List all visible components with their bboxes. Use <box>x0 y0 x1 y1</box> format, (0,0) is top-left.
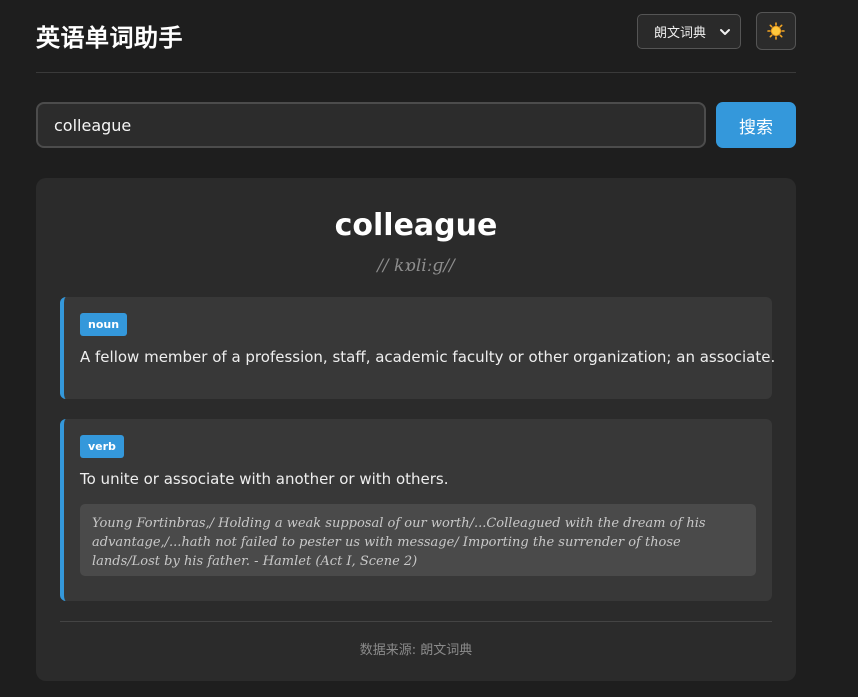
result-card: colleague // kɒliːɡ// noun A fellow memb… <box>36 178 796 681</box>
source-label: 数据来源: <box>359 643 417 658</box>
chevron-down-icon <box>720 29 730 35</box>
dictionary-select[interactable]: 朗文词典 <box>637 14 741 49</box>
search-button[interactable]: 搜索 <box>716 102 796 148</box>
pos-badge: noun <box>80 313 128 336</box>
definition-text: A fellow member of a profession, staff, … <box>80 348 776 366</box>
source-value: 朗文词典 <box>420 643 473 658</box>
meaning-card: noun A fellow member of a profession, st… <box>60 297 776 399</box>
sun-icon <box>767 22 785 40</box>
header: 英语单词助手 朗文词典 <box>36 0 796 73</box>
meaning-card: verb To unite or associate with another … <box>60 419 772 601</box>
example-quote: Young Fortinbras,/ Holding a weak suppos… <box>80 504 756 576</box>
theme-toggle-button[interactable] <box>756 12 796 50</box>
pos-badge: verb <box>80 435 124 458</box>
word-heading: colleague <box>334 208 498 243</box>
definition-text: To unite or associate with another or wi… <box>80 470 449 488</box>
app-root: 英语单词助手 朗文词典 colleague 搜索 colleague // kɒ… <box>0 0 858 697</box>
data-source: 数据来源: 朗文词典 <box>36 639 796 658</box>
search-input[interactable]: colleague <box>36 102 706 148</box>
phonetic: // kɒliːɡ// <box>377 256 455 276</box>
divider <box>60 621 772 622</box>
dictionary-select-value: 朗文词典 <box>654 26 707 41</box>
app-title: 英语单词助手 <box>36 24 183 52</box>
